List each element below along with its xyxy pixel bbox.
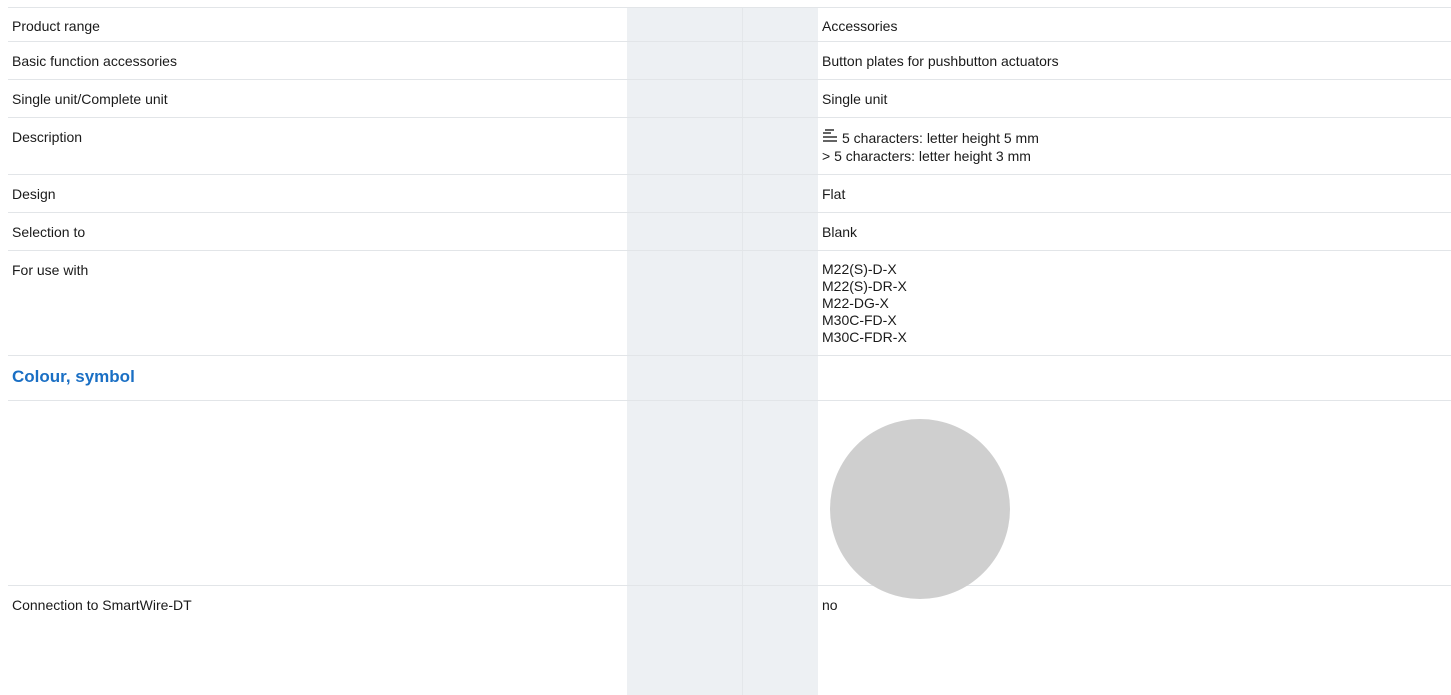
description-line-2: > 5 characters: letter height 3 mm [822,148,1031,164]
row-label: For use with [8,250,627,356]
row-value: Flat [818,174,1451,213]
description-line-1: 5 characters: letter height 5 mm [842,130,1039,146]
section-title: Colour, symbol [12,367,135,386]
row-label: Basic function accessories [8,41,627,80]
row-value: Button plates for pushbutton actuators [818,41,1451,80]
row-label: Design [8,174,627,213]
row-label: Selection to [8,212,627,251]
table-row: For use with M22(S)-D-X M22(S)-DR-X M22-… [8,250,1451,356]
table-row: Description 5 characters: letter height … [8,117,1451,175]
table-row: Connection to SmartWire-DT no [8,585,1451,623]
spec-table: Product range Accessories Basic function… [8,7,1451,623]
table-row: Product range Accessories [8,7,1451,42]
row-label: Connection to SmartWire-DT [8,585,627,623]
grey-circle-swatch [830,419,1010,599]
row-value: 5 characters: letter height 5 mm > 5 cha… [818,117,1451,175]
compatible-part: M22(S)-D-X [822,261,897,277]
table-row: Basic function accessories Button plates… [8,41,1451,80]
table-row: Selection to Blank [8,212,1451,251]
table-row: Single unit/Complete unit Single unit [8,79,1451,118]
table-row [8,400,1451,599]
compatible-part: M30C-FDR-X [822,329,907,345]
compatible-part: M22(S)-DR-X [822,278,907,294]
product-spec-page: Product range Accessories Basic function… [8,0,1451,695]
row-label: Single unit/Complete unit [8,79,627,118]
compatible-part: M30C-FD-X [822,312,897,328]
text-lines-icon [823,129,837,142]
row-label: Description [8,117,627,175]
row-value: Single unit [818,79,1451,118]
compatible-part: M22-DG-X [822,295,889,311]
row-value: Blank [818,212,1451,251]
row-value: Accessories [818,7,1451,42]
table-row: Design Flat [8,174,1451,213]
row-label: Product range [8,7,627,42]
row-value: M22(S)-D-X M22(S)-DR-X M22-DG-X M30C-FD-… [818,250,1451,356]
section-header-row: Colour, symbol [8,355,1451,401]
